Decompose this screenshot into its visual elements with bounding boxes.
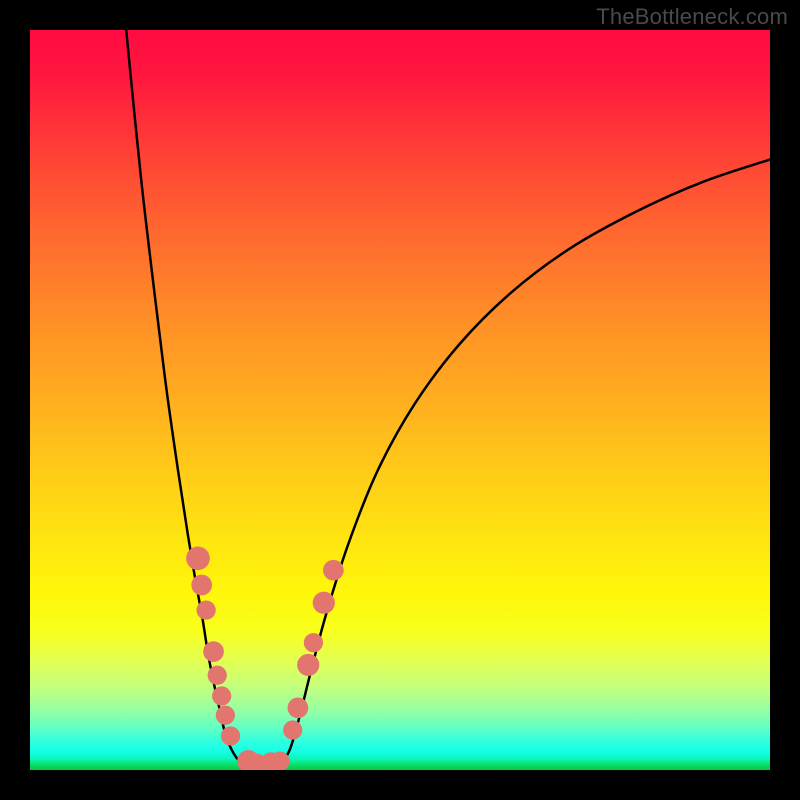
data-point-marker: [304, 633, 323, 652]
data-point-marker: [323, 560, 344, 581]
watermark-text: TheBottleneck.com: [596, 4, 788, 30]
data-point-marker: [186, 547, 210, 571]
plot-area: [30, 30, 770, 770]
data-point-marker: [208, 666, 227, 685]
data-point-marker: [191, 575, 212, 596]
marker-group: [186, 547, 344, 770]
data-point-marker: [313, 592, 335, 614]
data-point-marker: [197, 601, 216, 620]
data-point-marker: [288, 697, 309, 718]
chart-svg: [30, 30, 770, 770]
data-point-marker: [221, 726, 240, 745]
data-point-marker: [203, 641, 224, 662]
data-point-marker: [212, 686, 231, 705]
chart-stage: TheBottleneck.com: [0, 0, 800, 800]
data-point-marker: [216, 706, 235, 725]
data-point-marker: [271, 752, 290, 771]
data-point-marker: [297, 654, 319, 676]
data-point-marker: [283, 720, 302, 739]
